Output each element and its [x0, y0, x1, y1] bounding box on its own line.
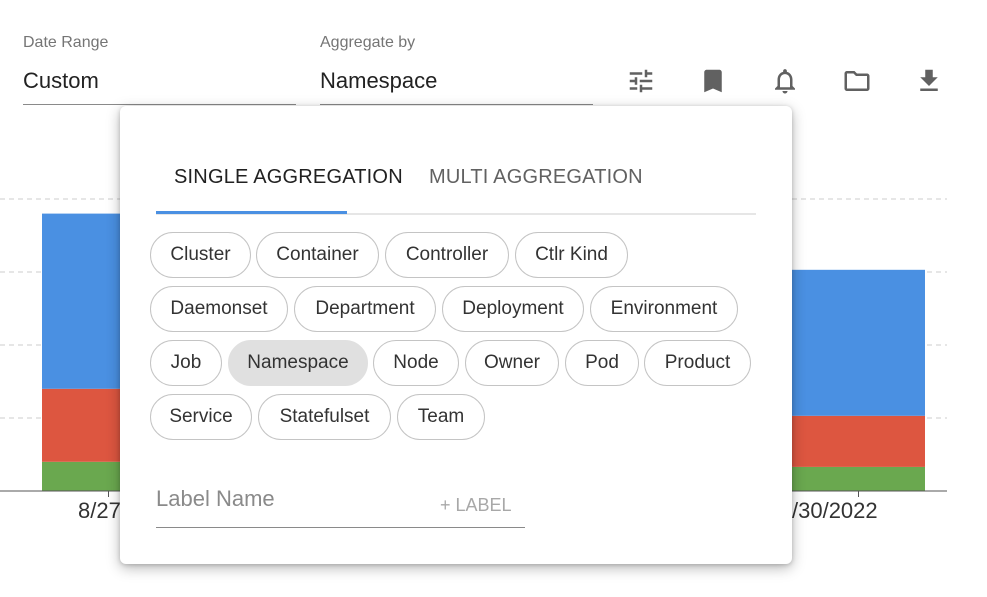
label-input-underline	[156, 527, 525, 528]
chip-namespace[interactable]: Namespace	[228, 340, 368, 386]
chip-department[interactable]: Department	[294, 286, 436, 332]
x-tick-label-1: 8/27	[78, 498, 121, 523]
chip-product[interactable]: Product	[644, 340, 751, 386]
tab-single-aggregation[interactable]: SINGLE AGGREGATION	[174, 166, 403, 189]
chip-environment[interactable]: Environment	[590, 286, 738, 332]
chip-pod[interactable]: Pod	[565, 340, 639, 386]
chip-cluster[interactable]: Cluster	[150, 232, 251, 278]
bar-segment-2-2	[792, 415, 925, 467]
bar-segment-2-3	[792, 269, 925, 416]
chip-statefulset[interactable]: Statefulset	[258, 394, 391, 440]
tab-multi-aggregation[interactable]: MULTI AGGREGATION	[429, 166, 643, 189]
label-name-input[interactable]: Label Name	[156, 486, 275, 512]
active-tab-indicator	[156, 211, 347, 214]
chip-service[interactable]: Service	[150, 394, 252, 440]
add-label-button[interactable]: + LABEL	[440, 495, 512, 516]
chip-ctlr-kind[interactable]: Ctlr Kind	[515, 232, 628, 278]
aggregation-popup: SINGLE AGGREGATION MULTI AGGREGATION Clu…	[120, 106, 792, 564]
chip-deployment[interactable]: Deployment	[442, 286, 584, 332]
bar-segment-2-1	[792, 466, 925, 491]
chip-job[interactable]: Job	[150, 340, 222, 386]
chip-owner[interactable]: Owner	[465, 340, 559, 386]
chip-daemonset[interactable]: Daemonset	[150, 286, 288, 332]
chip-controller[interactable]: Controller	[385, 232, 509, 278]
chip-node[interactable]: Node	[373, 340, 459, 386]
x-tick-label-2: /30/2022	[792, 498, 878, 523]
chip-team[interactable]: Team	[397, 394, 485, 440]
chip-container[interactable]: Container	[256, 232, 379, 278]
